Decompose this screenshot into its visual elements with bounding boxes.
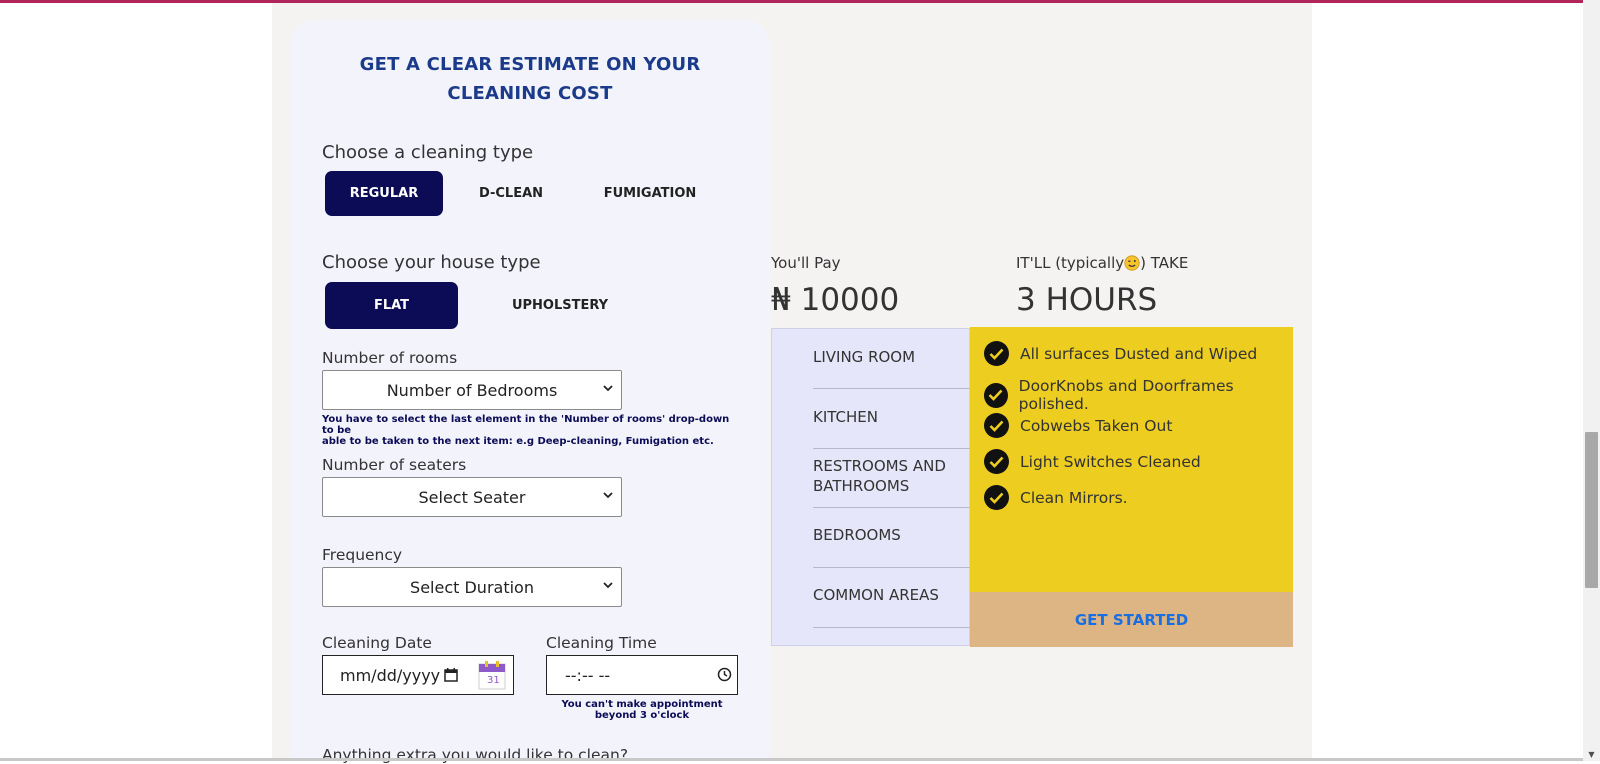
duration-value: 3 HOURS — [1016, 282, 1158, 318]
rooms-select-value: Number of Bedrooms — [386, 380, 558, 400]
winking-face-icon — [1124, 255, 1140, 271]
rooms-label: Number of rooms — [322, 349, 458, 367]
room-item-bedrooms[interactable]: BEDROOMS — [813, 525, 971, 545]
room-item-common-areas[interactable]: COMMON AREAS — [813, 585, 971, 605]
check-icon — [984, 485, 1009, 510]
checklist-item: Clean Mirrors. — [984, 485, 1128, 510]
check-icon — [984, 382, 1008, 408]
duration-label-post: ) TAKE — [1140, 254, 1189, 272]
chevron-down-icon — [603, 489, 613, 503]
rooms-hint-line-1: You have to select the last element in t… — [322, 414, 730, 436]
form-title-line-2: CLEANING COST — [447, 83, 613, 104]
room-divider — [813, 567, 971, 568]
cleaning-checklist: All surfaces Dusted and Wiped DoorKnobs … — [970, 327, 1293, 592]
room-divider — [813, 627, 971, 628]
seaters-select-value: Select Seater — [418, 487, 526, 507]
checklist-item-text: Cobwebs Taken Out — [1020, 416, 1173, 435]
calendar-day: 31 — [487, 675, 500, 686]
cleaning-date-input[interactable]: mm/dd/yyyy 31 — [322, 655, 514, 695]
duration-label: IT'LL (typically ) TAKE — [1016, 254, 1188, 272]
cleaning-type-label: Choose a cleaning type — [322, 142, 534, 163]
checklist-item-text: Light Switches Cleaned — [1020, 452, 1201, 471]
naira-symbol: ₦ — [771, 282, 791, 318]
time-placeholder: --:-- -- — [565, 666, 611, 685]
calendar-small-icon[interactable] — [444, 667, 458, 686]
house-type-flat-button[interactable]: FLAT — [325, 282, 458, 329]
room-divider — [813, 388, 971, 389]
rooms-select[interactable]: Number of Bedrooms — [322, 370, 622, 410]
time-hint: You can't make appointment beyond 3 o'cl… — [546, 699, 738, 721]
get-started-button[interactable]: GET STARTED — [970, 592, 1293, 647]
price-display: ₦ 10000 — [771, 282, 899, 318]
time-hint-line-2: beyond 3 o'clock — [594, 710, 690, 721]
rooms-list: LIVING ROOM KITCHEN RESTROOMS AND BATHRO… — [771, 328, 971, 646]
cleaning-type-fumigation-button[interactable]: FUMIGATION — [585, 171, 715, 216]
check-icon — [984, 341, 1009, 366]
rooms-hint: You have to select the last element in t… — [322, 414, 742, 447]
vertical-scrollbar[interactable] — [1583, 0, 1600, 761]
duration-label-pre: IT'LL (typically — [1016, 254, 1125, 272]
room-item-living-room[interactable]: LIVING ROOM — [813, 347, 971, 367]
frequency-label: Frequency — [322, 546, 403, 564]
cleaning-date-label: Cleaning Date — [322, 634, 432, 652]
time-hint-line-1: You can't make appointment — [561, 699, 723, 710]
seaters-select[interactable]: Select Seater — [322, 477, 622, 517]
checklist-item-text: All surfaces Dusted and Wiped — [1020, 344, 1258, 363]
form-title-line-1: GET A CLEAR ESTIMATE ON YOUR — [359, 54, 701, 75]
pay-label: You'll Pay — [771, 254, 841, 272]
checklist-item: Light Switches Cleaned — [984, 449, 1201, 474]
frequency-select[interactable]: Select Duration — [322, 567, 622, 607]
scrollbar-thumb[interactable] — [1585, 432, 1598, 588]
price-amount: 10000 — [800, 282, 900, 318]
calendar-icon[interactable]: 31 — [478, 660, 506, 690]
room-item-restrooms[interactable]: RESTROOMS AND BATHROOMS — [813, 456, 971, 496]
cleaning-time-label: Cleaning Time — [546, 634, 657, 652]
house-type-upholstery-button[interactable]: UPHOLSTERY — [490, 282, 630, 329]
form-title: GET A CLEAR ESTIMATE ON YOUR CLEANING CO… — [290, 50, 770, 108]
chevron-down-icon — [603, 579, 613, 593]
cleaning-type-regular-button[interactable]: REGULAR — [325, 171, 443, 216]
checklist-item: All surfaces Dusted and Wiped — [984, 341, 1257, 366]
date-placeholder: mm/dd/yyyy — [340, 666, 441, 685]
extra-clean-label: Anything extra you would like to clean? — [322, 746, 629, 764]
chevron-down-icon — [603, 382, 613, 396]
clock-icon[interactable] — [717, 667, 732, 686]
frequency-select-value: Select Duration — [410, 577, 534, 597]
seaters-label: Number of seaters — [322, 456, 467, 474]
room-item-kitchen[interactable]: KITCHEN — [813, 407, 971, 427]
room-divider — [813, 507, 971, 508]
rooms-hint-line-2: able to be taken to the next item: e.g D… — [322, 436, 714, 447]
scroll-down-arrow-icon[interactable]: ▼ — [1585, 750, 1598, 759]
cleaning-type-dclean-button[interactable]: D-CLEAN — [452, 171, 570, 216]
checklist-item-text: Clean Mirrors. — [1020, 488, 1128, 507]
checklist-item: Cobwebs Taken Out — [984, 413, 1172, 438]
house-type-label: Choose your house type — [322, 252, 541, 273]
checklist-item: DoorKnobs and Doorframes polished. — [984, 377, 1293, 413]
check-icon — [984, 449, 1009, 474]
room-divider — [813, 448, 971, 449]
checklist-item-text: DoorKnobs and Doorframes polished. — [1018, 377, 1234, 413]
cleaning-time-input[interactable]: --:-- -- — [546, 655, 738, 695]
check-icon — [984, 413, 1009, 438]
